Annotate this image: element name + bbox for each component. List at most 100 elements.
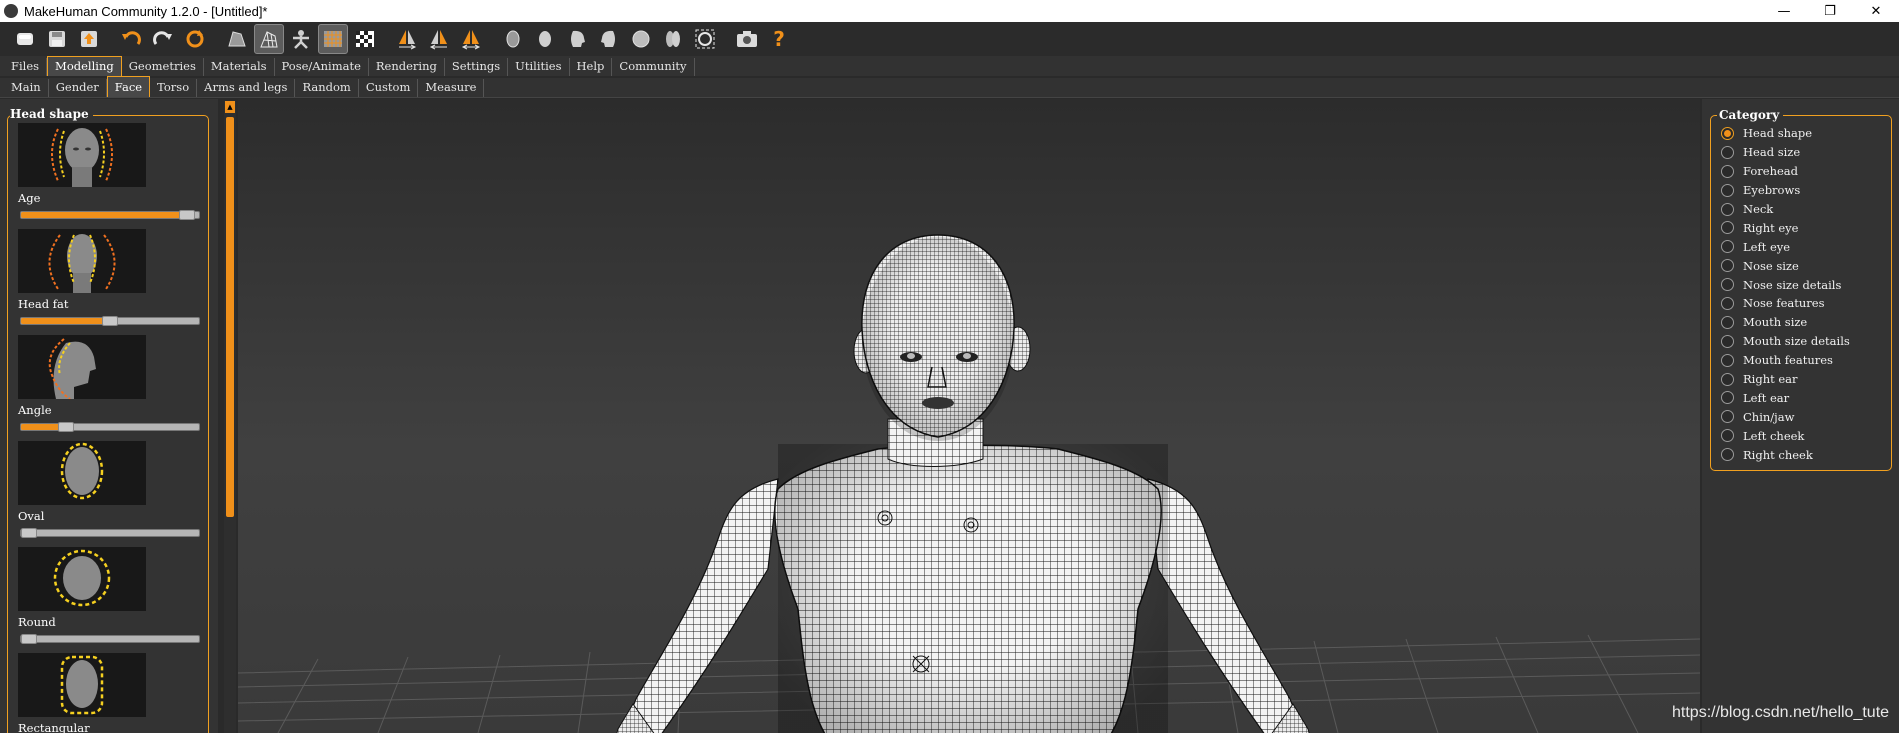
- radio-icon[interactable]: [1721, 240, 1734, 254]
- category-chin-jaw[interactable]: Chin/jaw: [1721, 407, 1850, 426]
- category-left-ear[interactable]: Left ear: [1721, 388, 1850, 407]
- category-head-shape[interactable]: Head shape: [1721, 124, 1850, 143]
- subtab-main[interactable]: Main: [4, 79, 49, 97]
- radio-icon[interactable]: [1721, 448, 1734, 462]
- radio-icon[interactable]: [1721, 278, 1734, 292]
- round-label: Round: [18, 615, 56, 629]
- oval-slider-handle[interactable]: [21, 528, 37, 538]
- scroll-up-arrow-icon[interactable]: ▲: [225, 101, 235, 113]
- minimize-button[interactable]: —: [1761, 0, 1807, 22]
- tab-settings[interactable]: Settings: [445, 58, 509, 76]
- subtab-face[interactable]: Face: [106, 76, 151, 97]
- undo-icon[interactable]: [116, 24, 146, 54]
- tab-geometries[interactable]: Geometries: [122, 58, 204, 76]
- grid-icon[interactable]: [318, 24, 348, 54]
- subtab-arms-and-legs[interactable]: Arms and legs: [197, 79, 296, 97]
- oval-slider[interactable]: [20, 528, 200, 538]
- head-fat-slider-handle[interactable]: [102, 316, 118, 326]
- app-logo-icon: [4, 4, 18, 18]
- category-head-size[interactable]: Head size: [1721, 143, 1850, 162]
- tab-pose-animate[interactable]: Pose/Animate: [275, 58, 369, 76]
- subtab-custom[interactable]: Custom: [359, 79, 419, 97]
- tab-community[interactable]: Community: [612, 58, 695, 76]
- symmetry-left-icon[interactable]: [424, 24, 454, 54]
- tab-materials[interactable]: Materials: [204, 58, 275, 76]
- category-forehead[interactable]: Forehead: [1721, 162, 1850, 181]
- new-file-icon[interactable]: [10, 24, 40, 54]
- top-view-icon[interactable]: [626, 24, 656, 54]
- round-slider-handle[interactable]: [21, 634, 37, 644]
- tab-files[interactable]: Files: [4, 58, 48, 76]
- radio-icon[interactable]: [1721, 372, 1734, 386]
- subtab-gender[interactable]: Gender: [49, 79, 107, 97]
- radio-icon[interactable]: [1721, 391, 1734, 405]
- symmetry-icon[interactable]: [456, 24, 486, 54]
- category-left-cheek[interactable]: Left cheek: [1721, 426, 1850, 445]
- radio-icon[interactable]: [1721, 334, 1734, 348]
- wireframe-icon[interactable]: [254, 24, 284, 54]
- category-nose-size[interactable]: Nose size: [1721, 256, 1850, 275]
- left-panel-scrollbar[interactable]: ▲: [224, 101, 236, 733]
- bottom-view-icon[interactable]: [658, 24, 688, 54]
- right-view-icon[interactable]: [594, 24, 624, 54]
- radio-icon[interactable]: [1721, 126, 1734, 140]
- category-panel: Category Head shape Head size Forehead E…: [1702, 99, 1899, 733]
- radio-icon[interactable]: [1721, 429, 1734, 443]
- close-button[interactable]: ✕: [1853, 0, 1899, 22]
- 3d-viewport[interactable]: [238, 99, 1700, 733]
- screenshot-icon[interactable]: [732, 24, 762, 54]
- smooth-icon[interactable]: [222, 24, 252, 54]
- morph-round: Round: [10, 547, 200, 644]
- age-slider[interactable]: [20, 210, 200, 220]
- category-right-ear[interactable]: Right ear: [1721, 370, 1850, 389]
- tab-modelling[interactable]: Modelling: [47, 56, 122, 76]
- angle-slider[interactable]: [20, 422, 200, 432]
- pose-icon[interactable]: [286, 24, 316, 54]
- round-slider[interactable]: [20, 634, 200, 644]
- radio-icon[interactable]: [1721, 296, 1734, 310]
- symmetry-right-icon[interactable]: [392, 24, 422, 54]
- radio-icon[interactable]: [1721, 410, 1734, 424]
- oval-thumbnail: [18, 441, 146, 505]
- radio-icon[interactable]: [1721, 145, 1734, 159]
- subtab-random[interactable]: Random: [295, 79, 359, 97]
- maximize-button[interactable]: ❐: [1807, 0, 1853, 22]
- category-right-eye[interactable]: Right eye: [1721, 218, 1850, 237]
- category-eyebrows[interactable]: Eyebrows: [1721, 181, 1850, 200]
- category-nose-features[interactable]: Nose features: [1721, 294, 1850, 313]
- back-view-icon[interactable]: [530, 24, 560, 54]
- subtab-measure[interactable]: Measure: [418, 79, 485, 97]
- category-left-eye[interactable]: Left eye: [1721, 237, 1850, 256]
- radio-icon[interactable]: [1721, 353, 1734, 367]
- category-nose-size-details[interactable]: Nose size details: [1721, 275, 1850, 294]
- age-slider-handle[interactable]: [178, 210, 195, 220]
- help-icon[interactable]: ?: [764, 24, 794, 54]
- tab-rendering[interactable]: Rendering: [369, 58, 445, 76]
- radio-icon[interactable]: [1721, 315, 1734, 329]
- radio-icon[interactable]: [1721, 221, 1734, 235]
- front-view-icon[interactable]: [498, 24, 528, 54]
- radio-icon[interactable]: [1721, 202, 1734, 216]
- head-fat-slider[interactable]: [20, 316, 200, 326]
- export-icon[interactable]: [74, 24, 104, 54]
- background-icon[interactable]: [350, 24, 380, 54]
- tab-help[interactable]: Help: [570, 58, 613, 76]
- radio-icon[interactable]: [1721, 183, 1734, 197]
- category-mouth-size[interactable]: Mouth size: [1721, 313, 1850, 332]
- reset-camera-icon[interactable]: [690, 24, 720, 54]
- morph-head-fat: Head fat: [10, 229, 200, 326]
- tab-utilities[interactable]: Utilities: [508, 58, 570, 76]
- left-view-icon[interactable]: [562, 24, 592, 54]
- category-neck[interactable]: Neck: [1721, 200, 1850, 219]
- category-mouth-features[interactable]: Mouth features: [1721, 351, 1850, 370]
- angle-slider-handle[interactable]: [57, 422, 74, 432]
- redo-icon[interactable]: [148, 24, 178, 54]
- category-mouth-size-details[interactable]: Mouth size details: [1721, 332, 1850, 351]
- scrollbar-thumb[interactable]: [226, 117, 234, 517]
- save-icon[interactable]: [42, 24, 72, 54]
- subtab-torso[interactable]: Torso: [150, 79, 198, 97]
- radio-icon[interactable]: [1721, 164, 1734, 178]
- category-right-cheek[interactable]: Right cheek: [1721, 445, 1850, 464]
- reset-icon[interactable]: [180, 24, 210, 54]
- radio-icon[interactable]: [1721, 259, 1734, 273]
